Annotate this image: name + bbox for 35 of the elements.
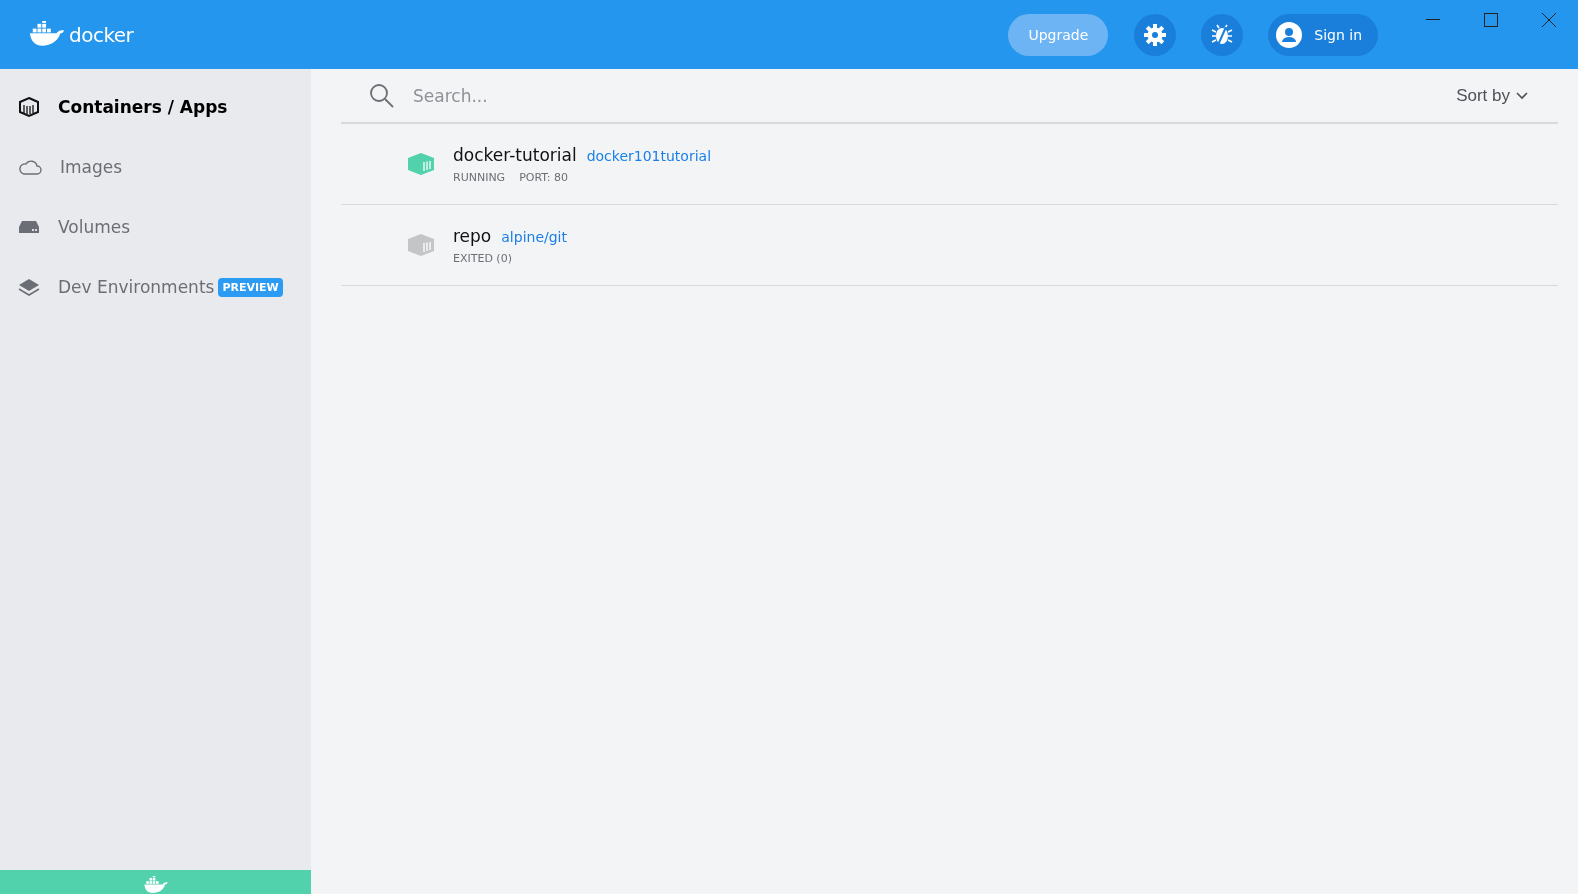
- container-name: docker-tutorial: [453, 144, 577, 165]
- container-name: repo: [453, 225, 492, 246]
- close-icon: [1542, 13, 1556, 27]
- cloud-icon: [18, 159, 42, 175]
- troubleshoot-button[interactable]: [1201, 13, 1244, 56]
- sidebar-item[interactable]: Dev Environments PREVIEW: [0, 257, 311, 317]
- sidebar-item[interactable]: Volumes: [0, 197, 311, 257]
- chevron-down-icon: [1516, 91, 1528, 100]
- settings-button[interactable]: [1134, 13, 1177, 56]
- image-link[interactable]: docker101tutorial: [586, 147, 712, 164]
- preview-badge: PREVIEW: [218, 277, 283, 297]
- sign-in-button[interactable]: Sign in: [1268, 13, 1378, 56]
- status-text: EXITED (0): [453, 251, 512, 265]
- drive-icon: [18, 220, 40, 234]
- bug-icon: [1210, 22, 1235, 47]
- sort-by-dropdown[interactable]: Sort by: [1456, 85, 1528, 106]
- container-icon: [407, 152, 435, 176]
- container-icon: [18, 96, 40, 118]
- settings-icon: [1143, 22, 1168, 47]
- sidebar-item[interactable]: Containers / Apps: [0, 77, 311, 137]
- whale-logo-icon: [28, 21, 66, 48]
- search-field[interactable]: Search...: [411, 84, 1441, 107]
- image-link[interactable]: alpine/git: [501, 228, 567, 245]
- user-icon: [1276, 21, 1303, 48]
- search-icon: [369, 82, 395, 109]
- status-text: PORT: 80: [519, 170, 568, 184]
- status-text: RUNNING: [453, 170, 506, 184]
- sidebar-item[interactable]: Images: [0, 137, 311, 197]
- maximize-icon: [1484, 13, 1498, 27]
- logo-text: docker: [69, 22, 134, 47]
- container-icon: [407, 233, 435, 257]
- layers-icon: [18, 278, 40, 296]
- whale-logo-icon: [142, 875, 169, 894]
- upgrade-button[interactable]: Upgrade: [1008, 13, 1109, 56]
- minimize-icon: [1426, 19, 1440, 21]
